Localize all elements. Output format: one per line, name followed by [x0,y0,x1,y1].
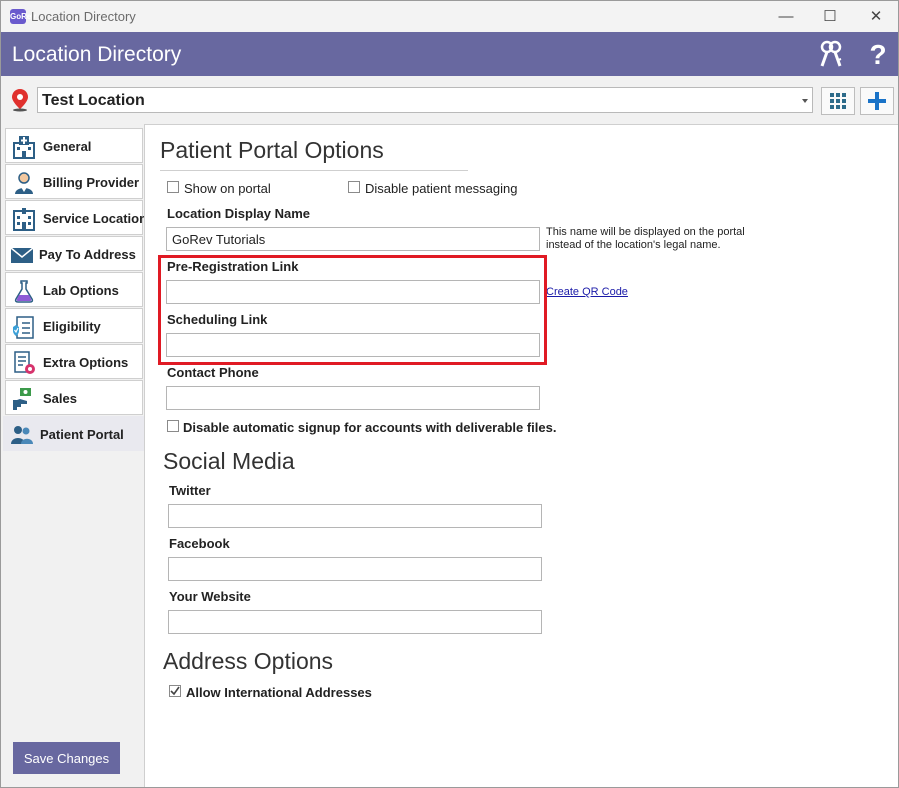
doctor-icon [15,172,33,194]
hospital-icon [13,136,35,159]
chevron-down-icon [802,99,808,103]
page-title: Location Directory [12,43,182,66]
sidebar-item-label: Extra Options [43,355,129,370]
close-button[interactable]: ✕ [856,5,896,29]
sidebar-item-billing-provider[interactable]: Billing Provider [5,164,143,199]
facebook-label: Facebook [169,536,230,551]
allow-international-label: Allow International Addresses [186,685,372,700]
sidebar-item-service-location[interactable]: Service Location [5,200,147,235]
grid-view-button[interactable] [821,87,855,115]
sidebar-item-label: Patient Portal [40,427,124,442]
display-name-note: This name will be displayed on the porta… [546,226,745,251]
maximize-button[interactable]: ☐ [810,5,850,29]
location-select[interactable]: Test Location [37,87,813,113]
sidebar-item-label: Pay To Address [39,247,136,262]
show-on-portal-checkbox[interactable] [167,181,179,193]
contact-phone-label: Contact Phone [167,365,259,380]
twitter-label: Twitter [169,483,211,498]
svg-text:?: ? [869,39,886,69]
heading-divider [160,170,468,171]
app-logo-icon: GoRev [10,9,36,24]
allow-international-checkbox[interactable] [169,685,181,697]
sidebar-item-label: Service Location [43,211,148,226]
disable-signup-checkbox[interactable] [167,420,179,432]
app-window: GoRev Location Directory — ☐ ✕ Location … [0,0,899,788]
contact-phone-input[interactable] [166,386,540,410]
display-name-input[interactable] [166,227,540,251]
app-header: Location Directory ? [1,32,898,76]
checkmark-icon [170,686,180,696]
sidebar-item-general[interactable]: General [5,128,143,163]
sidebar-item-extra-options[interactable]: Extra Options [5,344,143,379]
flask-icon [14,280,34,303]
social-media-heading: Social Media [163,448,295,474]
twitter-input[interactable] [168,504,542,528]
sidebar: General Billing Provider Service Locatio… [1,124,147,787]
grid-icon [830,93,846,109]
create-qr-code-link[interactable]: Create QR Code [546,286,628,298]
sidebar-item-pay-to-address[interactable]: Pay To Address [5,236,143,271]
display-name-label: Location Display Name [167,206,311,221]
help-icon[interactable]: ? [863,39,893,69]
disable-signup-label: Disable automatic signup for accounts wi… [183,420,557,435]
sidebar-item-label: Lab Options [43,283,119,298]
patient-portal-heading: Patient Portal Options [160,137,384,163]
facebook-input[interactable] [168,557,542,581]
checklist-icon [13,316,34,339]
users-icon [11,426,33,444]
sidebar-item-label: Eligibility [43,319,101,334]
sidebar-item-patient-portal[interactable]: Patient Portal [3,416,144,451]
sidebar-item-eligibility[interactable]: Eligibility [5,308,143,343]
money-hand-icon [13,388,31,410]
document-gear-icon [14,351,35,374]
minimize-button[interactable]: — [766,5,806,29]
sidebar-item-label: General [43,139,92,154]
highlight-box [158,255,547,365]
website-label: Your Website [169,589,251,604]
website-input[interactable] [168,610,542,634]
location-select-value: Test Location [42,92,145,109]
sidebar-item-lab-options[interactable]: Lab Options [5,272,143,307]
save-changes-button[interactable]: Save Changes [13,742,120,774]
show-on-portal-label: Show on portal [184,181,271,196]
sidebar-item-label: Sales [43,391,77,406]
disable-messaging-label: Disable patient messaging [365,181,518,196]
title-bar: GoRev Location Directory — ☐ ✕ [1,1,898,32]
sidebar-item-sales[interactable]: Sales [5,380,143,415]
map-pin-icon [12,89,28,112]
envelope-icon [10,247,34,263]
keys-icon[interactable] [816,39,846,69]
add-location-button[interactable] [860,87,894,115]
building-icon [13,208,35,231]
sidebar-item-label: Billing Provider [43,175,140,190]
disable-messaging-checkbox[interactable] [348,181,360,193]
plus-icon [868,92,886,110]
address-options-heading: Address Options [163,648,334,674]
window-title: Location Directory [31,9,136,24]
